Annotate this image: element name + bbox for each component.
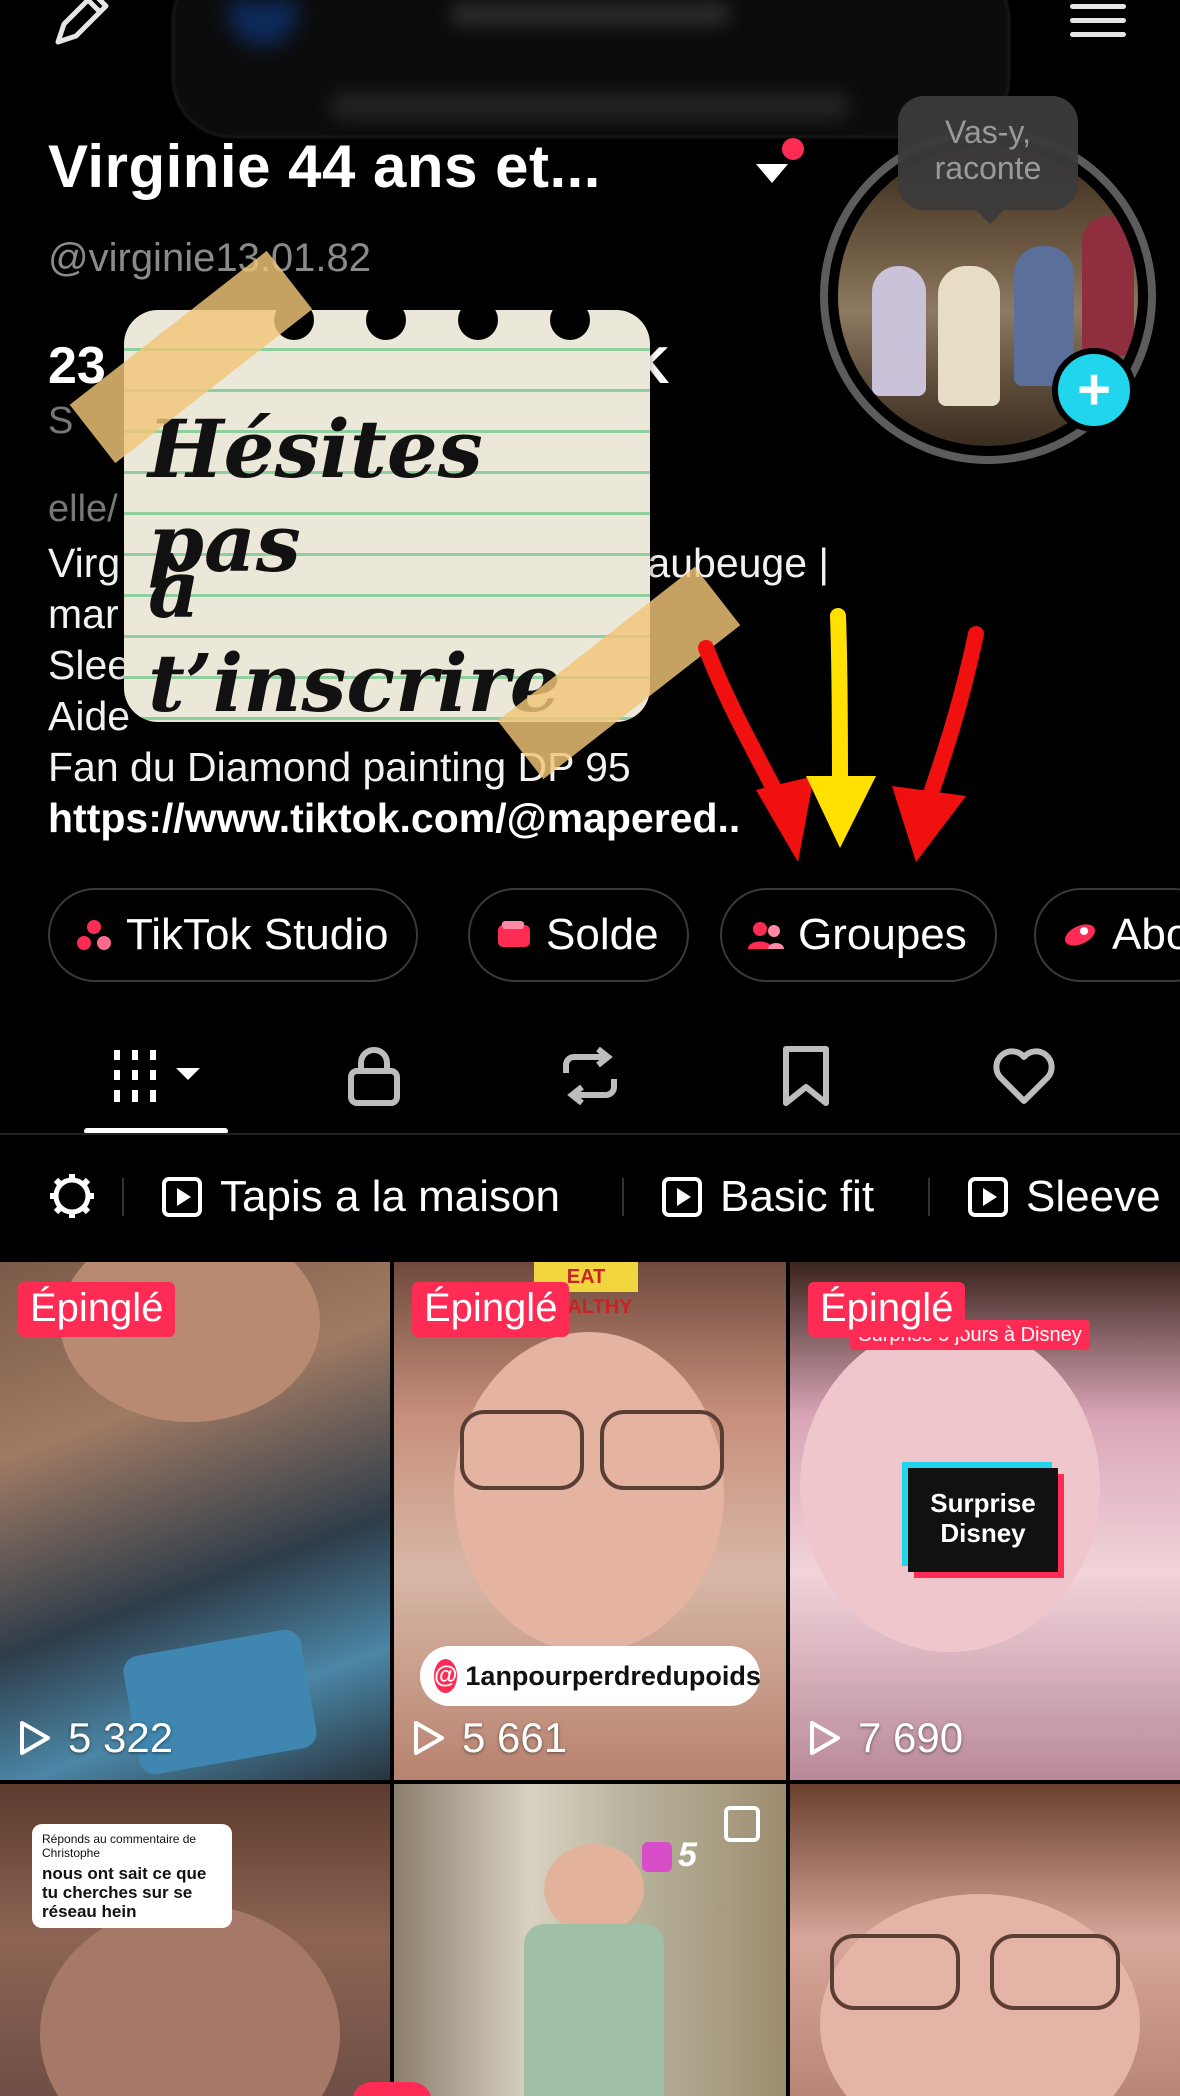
- divider: [0, 1133, 1180, 1135]
- chip-tiktok-studio[interactable]: TikTok Studio: [48, 888, 419, 982]
- photo-count: 5: [678, 1836, 697, 1874]
- chip-label: Groupes: [798, 910, 967, 959]
- pronouns: elle/: [48, 488, 118, 530]
- tab-liked[interactable]: [984, 1040, 1064, 1112]
- comment-reply-sticker: Réponds au commentaire de Christophe nou…: [32, 1824, 232, 1928]
- edit-icon[interactable]: [48, 0, 118, 50]
- video-tile[interactable]: EAT HEALTHY @ 1anpourperdredupoids Éping…: [394, 1262, 786, 1780]
- reply-header: Réponds au commentaire de Christophe: [42, 1832, 197, 1860]
- playlist-item[interactable]: Tapis a la maison: [162, 1164, 560, 1230]
- carousel-icon: [724, 1806, 760, 1842]
- playlist-item[interactable]: Sleeve: [968, 1164, 1161, 1230]
- playlists-bar: Tapis a la maison Basic fit Sleeve: [0, 1152, 1180, 1242]
- view-count-value: 5 661: [462, 1714, 568, 1761]
- video-tile[interactable]: Surprise 5 jours à Disney Surprise Disne…: [790, 1262, 1180, 1780]
- video-tile[interactable]: Épinglé 5 322: [0, 1262, 390, 1780]
- video-tile[interactable]: Réponds au commentaire de Christophe nou…: [0, 1784, 390, 2096]
- chip-abonnements[interactable]: Abo: [1034, 888, 1180, 982]
- pinned-badge: Épinglé: [18, 1282, 176, 1337]
- repost-icon: [563, 1047, 617, 1105]
- profile-handle: @virginie13.01.82: [48, 236, 372, 280]
- playlist-label: Basic fit: [720, 1172, 875, 1221]
- divider: [622, 1178, 624, 1216]
- tab-private[interactable]: [334, 1040, 414, 1112]
- notification-dot: [782, 138, 804, 160]
- thumbnail-content: [544, 1844, 644, 1934]
- blurred-text: [450, 2, 730, 26]
- videos-grid-icon: [114, 1050, 200, 1102]
- playlist-icon: [162, 1177, 202, 1217]
- profile-name[interactable]: Virginie 44 ans et...: [48, 132, 601, 201]
- video-tile[interactable]: 5: [394, 1784, 786, 2096]
- view-count: 7 690: [808, 1714, 963, 1762]
- play-icon: [20, 1721, 50, 1755]
- profile-shortcuts: TikTok Studio Solde Groupes Abo: [48, 888, 1180, 982]
- chip-label: TikTok Studio: [126, 910, 389, 959]
- thumbnail-content: [454, 1332, 724, 1652]
- playlist-icon: [662, 1177, 702, 1217]
- arrows-decoration: [698, 608, 984, 862]
- view-count: 5 661: [412, 1714, 567, 1762]
- playlist-item[interactable]: Basic fit: [662, 1164, 874, 1230]
- chip-groupes[interactable]: Groupes: [720, 888, 997, 982]
- tab-favorites[interactable]: [766, 1040, 846, 1112]
- thumbnail-content: [40, 1904, 340, 2096]
- thumbnail-content: [460, 1410, 584, 1490]
- thumbnail-content: [990, 1934, 1120, 2010]
- chip-label: Abo: [1112, 910, 1180, 959]
- wallet-icon: [498, 921, 530, 947]
- lock-icon: [348, 1047, 400, 1106]
- reply-text: nous ont sait ce que tu cherches sur se …: [42, 1864, 207, 1921]
- chevron-down-icon[interactable]: [756, 164, 788, 183]
- playlist-icon: [968, 1177, 1008, 1217]
- thumbnail-content: [830, 1934, 960, 2010]
- mention-sticker: @ 1anpourperdredupoids: [420, 1646, 761, 1706]
- subscription-icon: [1065, 924, 1095, 946]
- view-count: 5 322: [18, 1714, 173, 1762]
- play-icon: [810, 1721, 840, 1755]
- surprise-text: Surprise Disney: [930, 1488, 1036, 1548]
- playlist-label: Sleeve: [1026, 1172, 1161, 1221]
- blurred-text: [330, 92, 850, 120]
- view-count-value: 7 690: [858, 1714, 964, 1761]
- studio-icon: [77, 920, 111, 950]
- at-icon: @: [434, 1659, 458, 1693]
- heart-icon: [993, 1048, 1055, 1104]
- gear-icon[interactable]: [48, 1172, 96, 1220]
- chip-solde[interactable]: Solde: [468, 888, 689, 982]
- playlist-label: Tapis a la maison: [220, 1172, 560, 1221]
- pinned-badge: Épinglé: [412, 1282, 570, 1337]
- video-grid: Épinglé 5 322 EAT HEALTHY @ 1anpourperdr…: [0, 1262, 1180, 2096]
- thumbnail-content: [600, 1410, 724, 1490]
- thumbnail-content: [524, 1924, 664, 2096]
- divider: [928, 1178, 930, 1216]
- divider: [122, 1178, 124, 1216]
- view-count-value: 5 322: [68, 1714, 174, 1761]
- notification-badge: [352, 2082, 432, 2096]
- profile-tabs: [0, 1026, 1180, 1134]
- menu-icon[interactable]: [1070, 4, 1126, 38]
- checkbox-icon: [642, 1842, 672, 1873]
- stats-label: S: [48, 400, 74, 442]
- bookmark-icon: [783, 1046, 829, 1106]
- mention-text: 1anpourperdredupoids: [465, 1660, 761, 1691]
- play-icon: [414, 1721, 444, 1755]
- story-prompt-bubble[interactable]: Vas-y, raconte: [898, 96, 1078, 224]
- photo-count-badge: 5: [642, 1836, 697, 1875]
- chip-label: Solde: [546, 910, 659, 959]
- surprise-sticker: Surprise Disney: [908, 1468, 1058, 1572]
- groups-icon: [748, 922, 784, 949]
- tab-reposts[interactable]: [550, 1040, 630, 1112]
- pinned-badge: Épinglé: [808, 1282, 966, 1337]
- tab-videos[interactable]: [106, 1040, 206, 1112]
- story-prompt-text: Vas-y, raconte: [934, 114, 1042, 186]
- video-tile[interactable]: [790, 1784, 1180, 2096]
- add-story-button[interactable]: +: [1052, 348, 1136, 432]
